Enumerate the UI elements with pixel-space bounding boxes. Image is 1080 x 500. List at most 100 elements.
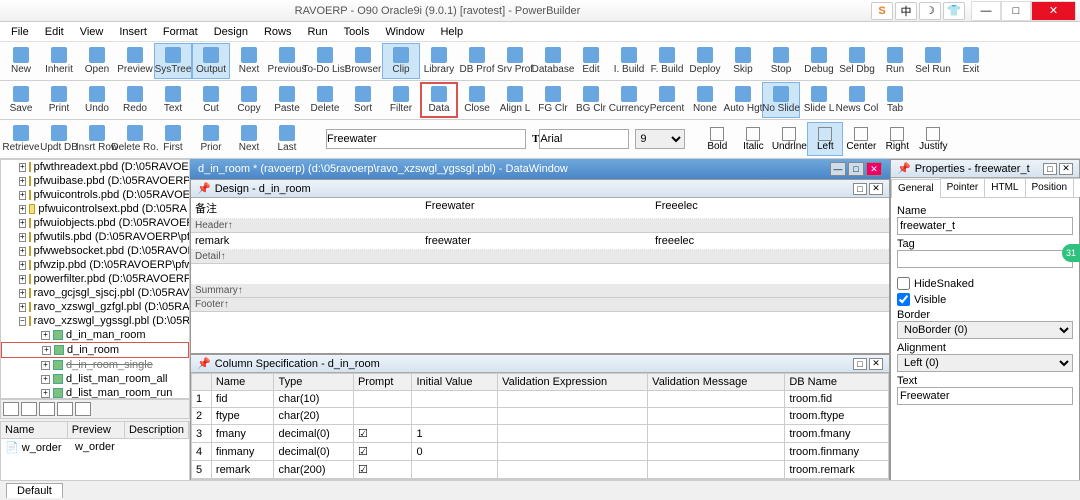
menu-tools[interactable]: Tools	[337, 24, 377, 40]
panel-min-button[interactable]: □	[1043, 163, 1057, 175]
fbtn-right[interactable]: Right	[879, 122, 915, 156]
tbtn-library[interactable]: Library	[420, 43, 458, 79]
tbtn-exit[interactable]: Exit	[952, 43, 990, 79]
tree-item[interactable]: +pfwuiobjects.pbd (D:\05RAVOEF	[1, 216, 189, 230]
tbtn-seldbg[interactable]: Sel Dbg	[838, 43, 876, 79]
close-button[interactable]: ✕	[1031, 1, 1076, 21]
tree-item[interactable]: +ravo_xzswgl_gzfgl.pbl (D:\05RA	[1, 300, 189, 314]
panel-close-button[interactable]: ✕	[1059, 163, 1073, 175]
props-tab-general[interactable]: General	[891, 179, 941, 198]
obj-tb-icon[interactable]	[75, 402, 91, 416]
tbtn-newscol[interactable]: News Col	[838, 82, 876, 118]
detail-band[interactable]: Detail↑	[191, 250, 889, 264]
tbtn-new[interactable]: New	[2, 43, 40, 79]
menu-design[interactable]: Design	[207, 24, 255, 40]
tbtn-todolist[interactable]: To-Do List	[306, 43, 344, 79]
tbtn-fgclr[interactable]: FG Clr	[534, 82, 572, 118]
obj-name[interactable]: 📄 w_order	[1, 439, 71, 456]
header-col-3[interactable]: Freeelec	[655, 200, 885, 216]
ext-btn-cn[interactable]: 中	[895, 2, 917, 20]
menu-edit[interactable]: Edit	[38, 24, 71, 40]
tbtn-autohgt[interactable]: Auto Hgt	[724, 82, 762, 118]
tbtn-close[interactable]: Close	[458, 82, 496, 118]
footer-band[interactable]: Footer↑	[191, 298, 889, 312]
tree-item[interactable]: +pfwwebsocket.pbd (D:\05RAVOE	[1, 244, 189, 258]
tbtn-undo[interactable]: Undo	[78, 82, 116, 118]
dw-max-button[interactable]: □	[848, 162, 864, 176]
tbtn-sort[interactable]: Sort	[344, 82, 382, 118]
tree-item[interactable]: +d_list_man_room_run	[1, 386, 189, 399]
panel-pin-icon[interactable]: 📌	[897, 162, 911, 175]
menu-window[interactable]: Window	[378, 24, 431, 40]
table-row[interactable]: 5remarkchar(200)☑troom.remark	[192, 461, 889, 479]
props-tab-position[interactable]: Position	[1025, 178, 1075, 197]
ext-btn-moon[interactable]: ☽	[919, 2, 941, 20]
menu-rows[interactable]: Rows	[257, 24, 299, 40]
tbtn-bgclr[interactable]: BG Clr	[572, 82, 610, 118]
detail-col-1[interactable]: remark	[195, 235, 425, 247]
dw-min-button[interactable]: —	[830, 162, 846, 176]
fbtn-justify[interactable]: Justify	[915, 122, 951, 156]
tbtn-open[interactable]: Open	[78, 43, 116, 79]
tbtn-fbuild[interactable]: F. Build	[648, 43, 686, 79]
fbtn-bold[interactable]: Bold	[699, 122, 735, 156]
font-size-select[interactable]: 9	[635, 129, 685, 149]
tbtn-ibuild[interactable]: I. Build	[610, 43, 648, 79]
fbtn-undrlne[interactable]: Undrlne	[771, 122, 807, 156]
detail-col-3[interactable]: freeelec	[655, 235, 885, 247]
tbtn-alignl[interactable]: Align L	[496, 82, 534, 118]
tbtn-data[interactable]: Data	[420, 82, 458, 118]
status-default-tab[interactable]: Default	[6, 483, 63, 498]
text-input[interactable]	[897, 387, 1073, 405]
tbtn-currency[interactable]: Currency	[610, 82, 648, 118]
obj-tb-icon[interactable]	[3, 402, 19, 416]
tbtn-insrtrow[interactable]: Insrt Row	[78, 121, 116, 157]
tbtn-skip[interactable]: Skip	[724, 43, 762, 79]
library-tree[interactable]: +pfwthreadext.pbd (D:\05RAVOERP+pfwuibas…	[0, 159, 190, 399]
tbtn-inherit[interactable]: Inherit	[40, 43, 78, 79]
object-name-input[interactable]	[326, 129, 526, 149]
obj-tb-icon[interactable]	[39, 402, 55, 416]
panel-close-button[interactable]: ✕	[869, 183, 883, 195]
minimize-button[interactable]: —	[971, 1, 1001, 21]
visible-checkbox[interactable]	[897, 293, 910, 306]
fbtn-italic[interactable]: Italic	[735, 122, 771, 156]
panel-pin-icon[interactable]: 📌	[197, 182, 211, 195]
design-canvas[interactable]: 备注 Freewater Freeelec Header↑ remark fre…	[191, 198, 889, 338]
align-select[interactable]: Left (0)	[897, 354, 1073, 372]
tree-item[interactable]: +pfwuicontrolsext.pbd (D:\05RA	[1, 202, 189, 216]
tbtn-retrieve[interactable]: Retrieve	[2, 121, 40, 157]
props-tab-html[interactable]: HTML	[984, 178, 1025, 197]
menu-insert[interactable]: Insert	[112, 24, 154, 40]
table-row[interactable]: 3fmanydecimal(0)☑1troom.fmany	[192, 425, 889, 443]
tbtn-tab[interactable]: Tab	[876, 82, 914, 118]
hidesnaked-checkbox[interactable]	[897, 277, 910, 290]
tbtn-run[interactable]: Run	[876, 43, 914, 79]
props-tab-pointer[interactable]: Pointer	[940, 178, 986, 197]
tag-input[interactable]	[897, 250, 1073, 268]
header-band[interactable]: Header↑	[191, 219, 889, 233]
name-input[interactable]	[897, 217, 1073, 235]
panel-min-button[interactable]: □	[853, 358, 867, 370]
tbtn-paste[interactable]: Paste	[268, 82, 306, 118]
border-select[interactable]: NoBorder (0)	[897, 321, 1073, 339]
ext-btn-s[interactable]: S	[871, 2, 893, 20]
tbtn-next[interactable]: Next	[230, 43, 268, 79]
panel-close-button[interactable]: ✕	[869, 358, 883, 370]
menu-help[interactable]: Help	[433, 24, 470, 40]
tbtn-delete[interactable]: Delete	[306, 82, 344, 118]
menu-run[interactable]: Run	[300, 24, 334, 40]
tbtn-filter[interactable]: Filter	[382, 82, 420, 118]
fbtn-center[interactable]: Center	[843, 122, 879, 156]
tbtn-stop[interactable]: Stop	[762, 43, 800, 79]
tree-item[interactable]: +d_list_man_room_all	[1, 372, 189, 386]
tbtn-print[interactable]: Print	[40, 82, 78, 118]
obj-tb-icon[interactable]	[57, 402, 73, 416]
menu-file[interactable]: File	[4, 24, 36, 40]
tree-item[interactable]: +pfwuicontrols.pbd (D:\05RAVOE	[1, 188, 189, 202]
table-row[interactable]: 4finmanydecimal(0)☑0troom.finmany	[192, 443, 889, 461]
font-name-input[interactable]	[539, 129, 629, 149]
tbtn-copy[interactable]: Copy	[230, 82, 268, 118]
tree-item[interactable]: +pfwutils.pbd (D:\05RAVOERP\pf	[1, 230, 189, 244]
tbtn-prior[interactable]: Prior	[192, 121, 230, 157]
